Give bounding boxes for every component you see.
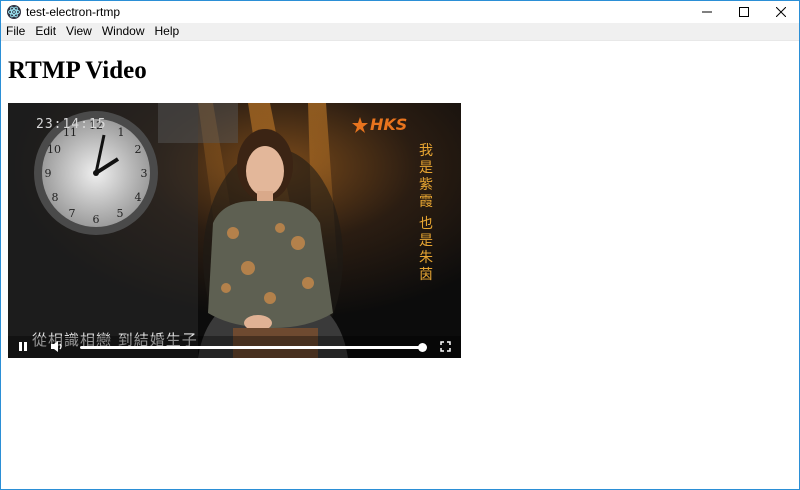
progress-bar[interactable]	[80, 343, 427, 352]
star-logo-icon	[352, 116, 368, 133]
app-window: test-electron-rtmp File Edit View Window…	[0, 0, 800, 490]
side-text-col-1: 我是紫霞	[419, 143, 433, 210]
volume-icon	[51, 341, 62, 352]
svg-text:6: 6	[93, 213, 100, 226]
close-icon	[775, 7, 786, 17]
minimize-button[interactable]	[688, 1, 725, 23]
channel-logo-text: HKS	[370, 115, 408, 134]
volume-button[interactable]	[50, 340, 64, 353]
svg-text:9: 9	[45, 167, 52, 180]
svg-text:8: 8	[52, 191, 59, 204]
video-controls	[8, 336, 461, 358]
electron-app-icon	[6, 4, 22, 20]
maximize-button[interactable]	[725, 1, 762, 23]
svg-text:4: 4	[135, 191, 142, 204]
maximize-icon	[738, 7, 749, 17]
play-pause-button[interactable]	[18, 341, 28, 352]
fullscreen-icon	[440, 341, 451, 352]
video-timestamp: 23:14:15	[36, 117, 107, 132]
video-frame: 12 1 2 3 4 5 6 7 8 9 10 11	[8, 103, 461, 358]
side-text-col-2: 也是朱茵	[419, 216, 433, 283]
channel-logo: HKS	[352, 115, 407, 134]
svg-text:7: 7	[69, 207, 76, 220]
minimize-icon	[701, 11, 712, 13]
svg-text:2: 2	[135, 143, 142, 156]
title-bar: test-electron-rtmp	[1, 1, 799, 23]
window-title: test-electron-rtmp	[26, 5, 121, 19]
menu-edit[interactable]: Edit	[30, 23, 61, 40]
progress-handle[interactable]	[417, 343, 427, 352]
pause-icon	[19, 342, 27, 351]
window-controls	[688, 1, 799, 23]
menu-help[interactable]: Help	[150, 23, 185, 40]
page-heading: RTMP Video	[8, 57, 147, 84]
menu-window[interactable]: Window	[97, 23, 150, 40]
menu-bar: File Edit View Window Help	[1, 23, 799, 41]
video-player[interactable]: 12 1 2 3 4 5 6 7 8 9 10 11 23:14:15 HKS …	[8, 103, 461, 358]
menu-view[interactable]: View	[61, 23, 97, 40]
fullscreen-button[interactable]	[440, 341, 451, 352]
svg-text:1: 1	[118, 126, 125, 139]
svg-text:3: 3	[141, 167, 148, 180]
svg-text:5: 5	[117, 207, 124, 220]
close-button[interactable]	[762, 1, 799, 23]
svg-text:10: 10	[47, 143, 61, 156]
menu-file[interactable]: File	[1, 23, 30, 40]
